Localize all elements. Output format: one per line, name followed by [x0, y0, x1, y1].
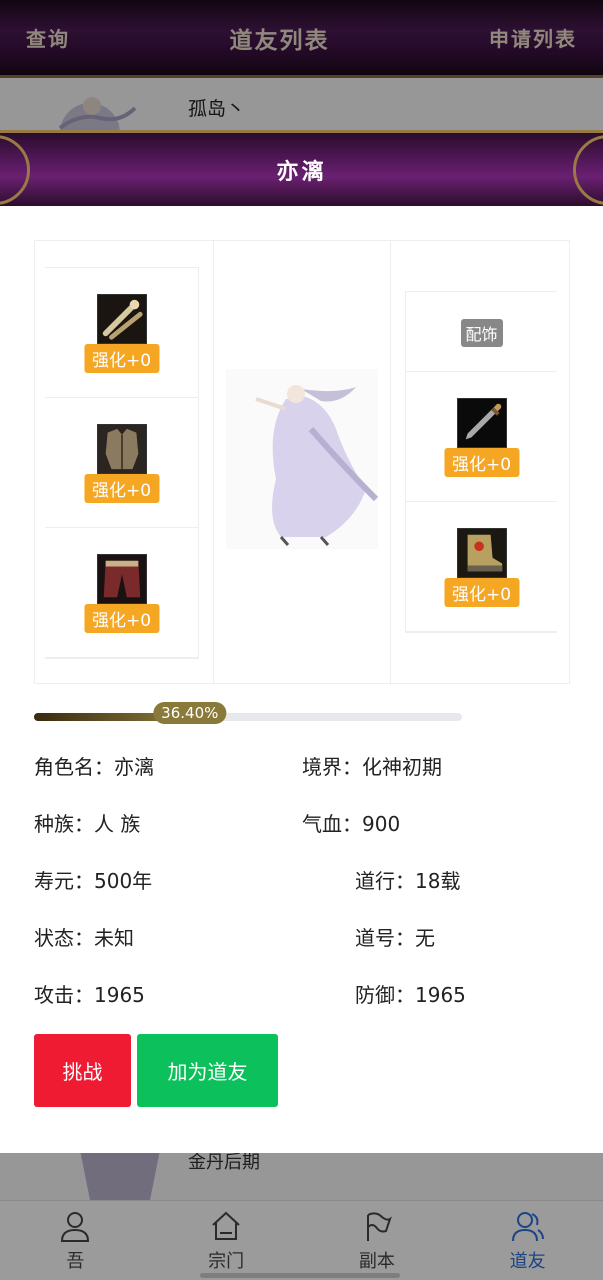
info-title: 道号：无	[355, 926, 435, 950]
character-portrait-area	[213, 241, 391, 685]
add-friend-button[interactable]: 加为道友	[137, 1034, 278, 1107]
info-attack: 攻击：1965	[34, 983, 145, 1007]
armor-icon	[96, 424, 147, 474]
enhance-badge: 强化+0	[443, 448, 520, 477]
equip-slot-boots[interactable]: 强化+0	[406, 502, 557, 632]
ornament-left	[0, 135, 30, 205]
ornament-right	[573, 135, 603, 205]
info-name: 角色名：亦漓	[34, 755, 154, 779]
enhance-badge: 强化+0	[443, 578, 520, 607]
info-dao: 道行：18载	[355, 869, 461, 893]
player-name-title: 亦漓	[276, 158, 327, 185]
info-realm: 境界：化神初期	[302, 755, 442, 779]
bone-weapon-icon	[96, 294, 147, 344]
challenge-button[interactable]: 挑战	[34, 1034, 131, 1107]
equipment-left-column: 强化+0 强化+0 强化+0	[45, 267, 199, 659]
info-race: 种族：人 族	[34, 812, 141, 836]
player-detail-modal: 亦漓 强化+0 强化+0 强化+0 配饰 强化+0 强化+0 36.40% 角色…	[0, 130, 603, 1153]
dagger-icon	[456, 398, 507, 448]
pants-icon	[96, 554, 147, 604]
equip-slot-pants[interactable]: 强化+0	[45, 528, 198, 658]
enhance-badge: 强化+0	[83, 604, 160, 633]
boots-icon	[456, 528, 507, 578]
enhance-badge: 强化+0	[83, 344, 160, 373]
equip-slot-armor[interactable]: 强化+0	[45, 398, 198, 528]
enhance-badge: 强化+0	[83, 474, 160, 503]
info-hp: 气血：900	[302, 812, 401, 836]
equip-slot-accessory[interactable]: 配饰	[406, 292, 557, 372]
cultivation-progress-bar: 36.40%	[34, 702, 462, 724]
equip-slot-weapon[interactable]: 强化+0	[45, 268, 198, 398]
equipment-right-column: 配饰 强化+0 强化+0	[405, 291, 557, 633]
info-lifespan: 寿元：500年	[34, 869, 153, 893]
equip-slot-dagger[interactable]: 强化+0	[406, 372, 557, 502]
progress-label: 36.40%	[153, 702, 227, 724]
character-portrait	[226, 369, 378, 549]
accessory-label: 配饰	[460, 319, 503, 347]
info-status: 状态：未知	[34, 926, 134, 950]
equipment-panel: 强化+0 强化+0 强化+0 配饰 强化+0 强化+0	[34, 240, 570, 685]
modal-header: 亦漓	[0, 130, 603, 206]
info-defense: 防御：1965	[355, 983, 466, 1007]
